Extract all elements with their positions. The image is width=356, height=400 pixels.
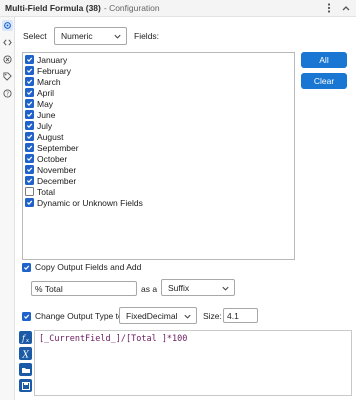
- checkbox-checked[interactable]: [25, 132, 34, 141]
- field-label: February: [37, 65, 72, 76]
- clear-button[interactable]: Clear: [301, 73, 347, 89]
- output-type-dropdown[interactable]: FixedDecimal: [119, 307, 197, 324]
- svg-text:?: ?: [6, 92, 9, 98]
- fields-label: Fields:: [134, 31, 160, 41]
- list-item[interactable]: September: [25, 142, 79, 153]
- select-type-value: Numeric: [61, 31, 93, 41]
- copy-output-label: Copy Output Fields and Add: [35, 262, 142, 272]
- checkbox-checked[interactable]: [25, 143, 34, 152]
- list-item[interactable]: Dynamic or Unknown Fields: [25, 197, 143, 208]
- checkbox-checked[interactable]: [25, 99, 34, 108]
- field-label: January: [37, 54, 68, 65]
- variable-icon[interactable]: X: [19, 347, 32, 360]
- checkbox-checked[interactable]: [25, 165, 34, 174]
- field-label: March: [37, 76, 61, 87]
- change-output-type-checkbox[interactable]: [22, 311, 31, 321]
- side-toolbar: ?: [0, 17, 15, 400]
- list-item[interactable]: Total: [25, 186, 55, 197]
- select-all-button[interactable]: All: [301, 52, 347, 68]
- select-label: Select: [23, 31, 47, 41]
- list-item[interactable]: November: [25, 164, 76, 175]
- code-icon[interactable]: [2, 37, 13, 48]
- expression-editor[interactable]: [_CurrentField_]/[Total ]*100: [34, 330, 352, 396]
- list-item[interactable]: October: [25, 153, 67, 164]
- chevron-down-icon: [184, 314, 191, 319]
- list-item[interactable]: December: [25, 175, 76, 186]
- title-bar: Multi-Field Formula (38) - Configuration: [0, 0, 356, 17]
- change-output-type-label: Change Output Type to: [35, 311, 123, 321]
- as-a-label: as a: [141, 284, 158, 294]
- checkbox-checked[interactable]: [25, 55, 34, 64]
- list-item[interactable]: January: [25, 54, 67, 65]
- svg-text:X: X: [21, 350, 29, 359]
- more-options-icon[interactable]: [323, 2, 335, 14]
- checkbox-checked[interactable]: [25, 121, 34, 130]
- collapse-icon[interactable]: [340, 2, 352, 14]
- list-item[interactable]: March: [25, 76, 61, 87]
- field-label: October: [37, 153, 68, 164]
- chevron-down-icon: [114, 34, 121, 39]
- function-icon[interactable]: fx: [19, 331, 32, 344]
- chevron-down-icon: [222, 286, 229, 291]
- svg-text:x: x: [26, 338, 29, 343]
- gear-icon[interactable]: [2, 20, 13, 31]
- expression-text: [_CurrentField_]/[Total ]*100: [39, 334, 188, 344]
- list-item[interactable]: July: [25, 120, 52, 131]
- field-label: Total: [37, 186, 55, 197]
- field-label: May: [37, 98, 54, 109]
- copy-output-option[interactable]: Copy Output Fields and Add: [22, 262, 141, 272]
- open-folder-icon[interactable]: [19, 363, 32, 376]
- checkbox-checked[interactable]: [25, 110, 34, 119]
- checkbox-checked[interactable]: [25, 77, 34, 86]
- size-input[interactable]: 4.1: [223, 308, 258, 323]
- field-label: Dynamic or Unknown Fields: [37, 197, 143, 208]
- size-value: 4.1: [227, 310, 239, 321]
- size-label: Size:: [203, 311, 222, 321]
- checkbox-unchecked[interactable]: [25, 187, 34, 196]
- list-item[interactable]: June: [25, 109, 55, 120]
- copy-output-checkbox[interactable]: [22, 262, 31, 272]
- checkbox-checked[interactable]: [25, 154, 34, 163]
- field-label: April: [37, 87, 55, 98]
- tag-icon[interactable]: [2, 71, 13, 82]
- field-label: June: [37, 109, 56, 120]
- window-title: Multi-Field Formula (38): [5, 3, 101, 13]
- checkbox-checked[interactable]: [25, 88, 34, 97]
- select-type-dropdown[interactable]: Numeric: [54, 27, 127, 45]
- help-icon[interactable]: ?: [2, 88, 13, 99]
- change-output-type-option[interactable]: Change Output Type to: [22, 311, 123, 321]
- checkbox-checked[interactable]: [25, 66, 34, 75]
- checkbox-checked[interactable]: [25, 176, 34, 185]
- suffix-prefix-dropdown[interactable]: Suffix: [161, 279, 235, 296]
- list-item[interactable]: May: [25, 98, 53, 109]
- output-type-value: FixedDecimal: [126, 310, 178, 321]
- list-item[interactable]: April: [25, 87, 54, 98]
- new-field-name-value: % Total: [35, 283, 63, 294]
- save-icon[interactable]: [19, 379, 32, 392]
- fields-list[interactable]: January February March April May June Ju…: [22, 52, 295, 260]
- field-label: September: [37, 142, 79, 153]
- checkbox-checked[interactable]: [25, 198, 34, 207]
- list-item[interactable]: February: [25, 65, 71, 76]
- suffix-prefix-value: Suffix: [168, 282, 190, 293]
- window-subtitle: - Configuration: [103, 3, 160, 13]
- close-circle-icon[interactable]: [2, 54, 13, 65]
- new-field-name-input[interactable]: % Total: [31, 281, 137, 296]
- list-item[interactable]: August: [25, 131, 63, 142]
- field-label: November: [37, 164, 77, 175]
- field-label: July: [37, 120, 53, 131]
- field-label: August: [37, 131, 64, 142]
- field-label: December: [37, 175, 77, 186]
